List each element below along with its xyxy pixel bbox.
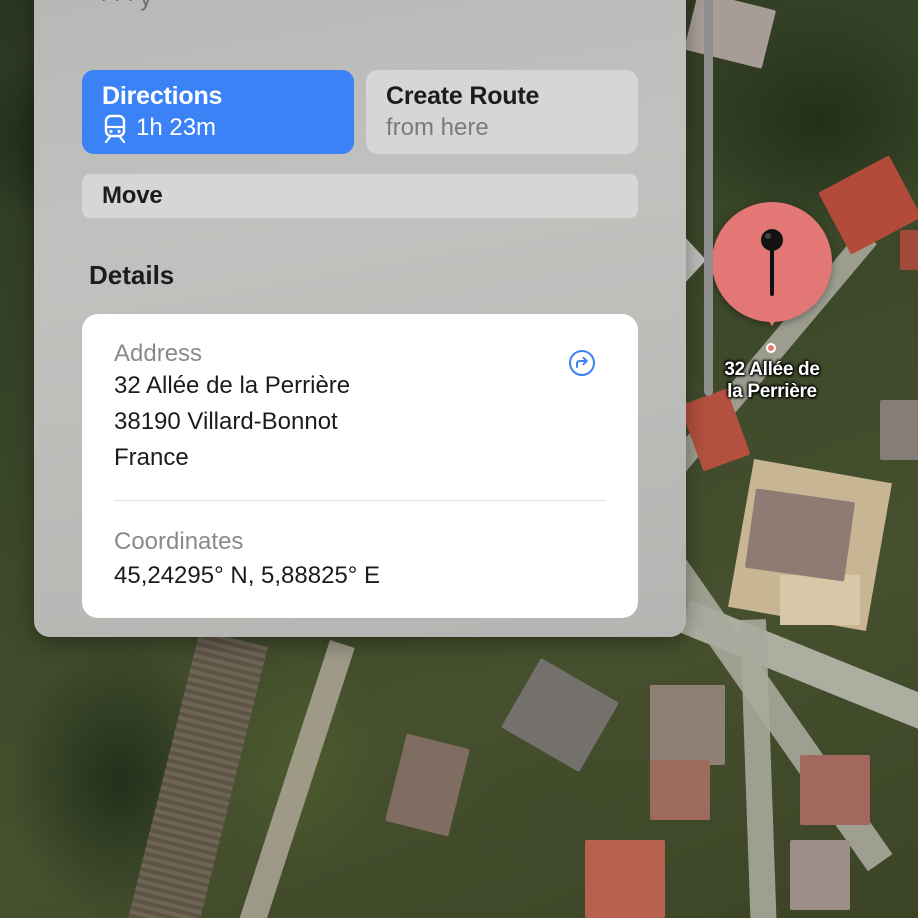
address-line-1[interactable]: 32 Allée de la Perrière [114, 368, 350, 404]
map-pin-icon [761, 229, 783, 296]
details-heading: Details [89, 260, 175, 290]
map-railway [122, 630, 268, 918]
share-arrow-icon[interactable] [568, 349, 596, 377]
clipped-header-text: · · · y [100, 0, 151, 12]
pin-label-line2: la Perrière [727, 381, 817, 402]
address-line-3[interactable]: France [114, 440, 189, 476]
move-label: Move [102, 182, 163, 209]
directions-travel-time: 1h 23m [136, 114, 217, 141]
coordinates-value[interactable]: 45,24295° N, 5,88825° E [114, 558, 380, 594]
map-pin[interactable] [712, 202, 832, 326]
directions-button[interactable]: Directions 1h 23m [82, 70, 354, 154]
map-building [385, 733, 470, 837]
map-building [880, 400, 918, 460]
card-divider [114, 500, 606, 501]
address-line-2[interactable]: 38190 Villard-Bonnot [114, 404, 338, 440]
directions-label: Directions [102, 82, 223, 110]
map-building [650, 685, 725, 765]
pin-label[interactable]: 32 Allée de la Perrière [700, 359, 844, 403]
scrollbar-thumb[interactable] [704, 0, 713, 396]
create-route-label: Create Route [386, 82, 540, 110]
details-card: Address 32 Allée de la Perrière 38190 Vi… [82, 314, 638, 618]
address-label: Address [114, 340, 203, 367]
panel-scrollbar[interactable] [702, 0, 716, 400]
create-route-button[interactable]: Create Route from here [366, 70, 638, 154]
map-building [800, 755, 870, 825]
create-route-sublabel: from here [386, 114, 489, 141]
map-building [744, 488, 856, 582]
map-building [790, 840, 850, 910]
map-building [683, 0, 777, 69]
map-building [900, 230, 918, 270]
pin-label-line1: 32 Allée de [724, 359, 820, 380]
coordinates-label: Coordinates [114, 528, 244, 555]
map-building [501, 657, 619, 773]
train-icon [104, 114, 126, 144]
map-building [585, 840, 665, 918]
map-yard [780, 575, 860, 625]
move-button[interactable]: Move [82, 174, 638, 218]
pin-location-dot [766, 343, 776, 353]
map-building [650, 760, 710, 820]
